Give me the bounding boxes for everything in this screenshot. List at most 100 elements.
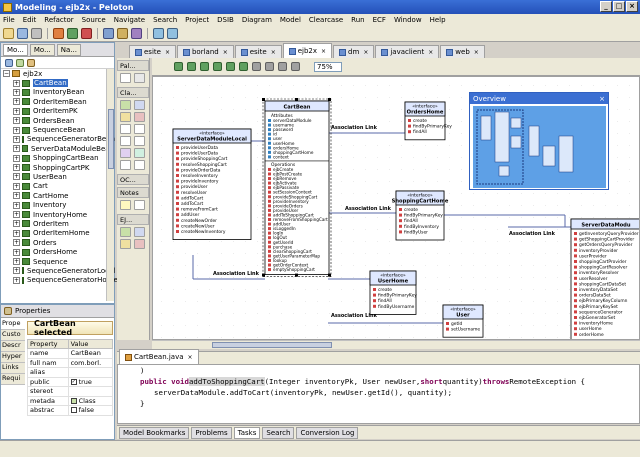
property-row[interactable]: public ✓ true [27, 376, 114, 387]
properties-side-tab[interactable]: Links [1, 363, 25, 374]
zoom-in-icon[interactable] [278, 62, 287, 71]
expand-icon[interactable]: + [13, 267, 20, 275]
diagram-horizontal-scrollbar[interactable] [152, 340, 640, 349]
run-icon[interactable] [67, 28, 78, 39]
expand-icon[interactable]: + [13, 220, 20, 228]
tree-item[interactable]: + OrdersBean [3, 116, 114, 125]
expand-icon[interactable]: + [13, 258, 20, 265]
property-row[interactable]: full nam com.borl. [27, 357, 114, 368]
interface-tool-icon[interactable] [134, 100, 145, 110]
menu-edit[interactable]: Edit [23, 16, 37, 24]
expand-icon[interactable]: + [13, 192, 20, 200]
close-icon[interactable]: × [363, 49, 368, 56]
tree-item[interactable]: + OrderItemHome [3, 229, 114, 238]
tree-item[interactable]: + Cart [3, 182, 114, 191]
menu-run[interactable]: Run [351, 16, 364, 24]
tree-item[interactable]: + ShoppingCartPK [3, 163, 114, 172]
collapse-all-icon[interactable] [5, 58, 13, 67]
bottom-tab-model-bookmarks[interactable]: Model Bookmarks [119, 426, 190, 439]
search-icon[interactable] [103, 28, 114, 39]
tree-item[interactable]: + OrderItem [3, 219, 114, 228]
menu-diagram[interactable]: Diagram [242, 16, 272, 24]
bottom-tab-conversion-log[interactable]: Conversion Log [296, 426, 359, 439]
property-value[interactable]: CartBean [67, 348, 114, 359]
menu-source[interactable]: Source [82, 16, 106, 24]
source-code-editor[interactable]: ) public void addToShoppingCart (Integer … [117, 364, 640, 424]
close-icon[interactable]: × [321, 48, 326, 55]
tree-item[interactable]: + UserBean [3, 172, 114, 181]
mdb-tool-icon[interactable] [120, 239, 131, 249]
note-tool-icon[interactable] [120, 200, 131, 210]
editor-tab-dm[interactable]: dm × [333, 45, 375, 58]
menu-file[interactable]: File [3, 16, 15, 24]
class-tool-icon[interactable] [120, 100, 131, 110]
tree-item[interactable]: + ServerDataModuleBean [3, 144, 114, 153]
link-tool-icon[interactable] [120, 160, 131, 170]
aggregation-tool-icon[interactable] [134, 160, 145, 170]
tree-item[interactable]: + Inventory [3, 200, 114, 209]
tree-item[interactable]: + OrdersHome [3, 247, 114, 256]
expand-icon[interactable]: + [13, 88, 20, 96]
tree-scrollbar[interactable] [106, 69, 114, 301]
close-icon[interactable]: × [474, 49, 479, 56]
close-icon[interactable]: × [271, 49, 276, 56]
editor-tab-web[interactable]: web × [440, 45, 485, 58]
tree-item[interactable]: + SequenceGeneratorHome [3, 276, 118, 285]
editor-tab-esite[interactable]: esite × [234, 45, 282, 58]
property-value[interactable]: ✓ true [67, 376, 114, 387]
property-row[interactable]: abstrac false [27, 405, 114, 416]
selection-handle[interactable] [295, 273, 298, 277]
expand-icon[interactable]: + [13, 154, 20, 162]
open-type-icon[interactable] [117, 28, 128, 39]
property-value[interactable] [67, 386, 114, 397]
snap-icon[interactable] [265, 62, 274, 71]
tree-item[interactable]: + Orders [3, 238, 114, 247]
generalization-tool-icon[interactable] [134, 124, 145, 134]
new-icon[interactable] [3, 28, 14, 39]
checkbox[interactable]: ✓ [70, 378, 77, 385]
tree-root[interactable]: − ejb2x [3, 69, 114, 78]
property-row[interactable]: metada Class [27, 395, 114, 406]
maximize-button[interactable]: □ [613, 1, 625, 12]
menu-clearcase[interactable]: Clearcase [309, 16, 343, 24]
zoom-out-icon[interactable] [291, 62, 300, 71]
expand-icon[interactable]: + [13, 229, 20, 237]
checkbox[interactable] [70, 407, 77, 414]
menu-refactor[interactable]: Refactor [44, 16, 73, 24]
menu-ecf[interactable]: ECF [373, 16, 386, 24]
grid-icon[interactable] [252, 62, 261, 71]
ejb-reference-tool-icon[interactable] [134, 239, 145, 249]
expand-icon[interactable]: + [13, 117, 20, 125]
dependency-tool-icon[interactable] [120, 136, 131, 146]
editor-tab-borland[interactable]: borland × [176, 45, 234, 58]
bottom-tab-problems[interactable]: Problems [191, 426, 232, 439]
tree-item[interactable]: + InventoryBean [3, 88, 114, 97]
selection-handle[interactable] [262, 98, 265, 101]
palette-section-ocl[interactable]: OC... [117, 174, 149, 185]
link-editor-icon[interactable] [16, 58, 24, 67]
selection-handle[interactable] [295, 98, 298, 101]
selection-handle[interactable] [328, 98, 331, 101]
realization-tool-icon[interactable] [134, 136, 145, 146]
properties-side-tab[interactable]: Requi [1, 374, 25, 385]
selection-handle[interactable] [328, 273, 331, 277]
expand-icon[interactable]: + [13, 182, 20, 190]
palette-title[interactable]: Pal... [117, 60, 149, 71]
expand-icon[interactable]: + [13, 276, 20, 284]
close-icon[interactable]: × [165, 49, 170, 56]
expand-icon[interactable]: + [13, 126, 20, 134]
expand-icon[interactable]: + [13, 201, 20, 209]
close-icon[interactable]: × [599, 95, 605, 103]
properties-side-tab[interactable]: Hyper [1, 352, 25, 363]
close-icon[interactable]: × [223, 49, 228, 56]
bottom-tab-tasks[interactable]: Tasks [233, 426, 261, 439]
overview-thumbnail[interactable] [473, 106, 606, 188]
close-icon[interactable]: × [428, 49, 433, 56]
property-row[interactable]: name CartBean [27, 348, 114, 359]
tree-item[interactable]: + OrderItemPK [3, 107, 114, 116]
forward-icon[interactable] [167, 28, 178, 39]
package-tool-icon[interactable] [134, 112, 145, 122]
enum-tool-icon[interactable] [120, 112, 131, 122]
tab-cartbean-java[interactable]: CartBean.java × [119, 349, 199, 364]
close-icon[interactable]: × [188, 354, 193, 361]
